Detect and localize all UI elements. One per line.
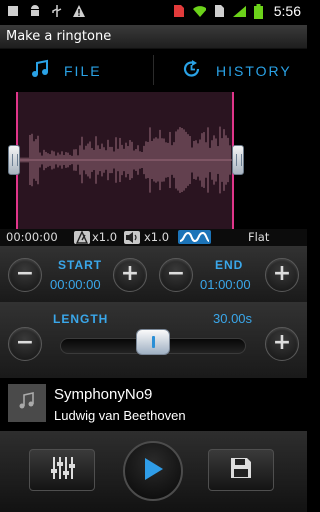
- equalizer-preset-icon[interactable]: [178, 230, 211, 244]
- usb-icon: [50, 4, 64, 18]
- tab-history[interactable]: HISTORY: [182, 49, 292, 92]
- end-minus-button[interactable]: −: [159, 258, 193, 292]
- app-title: Make a ringtone: [6, 29, 112, 44]
- waveform-view[interactable]: [0, 92, 307, 229]
- app-title-bar: Make a ringtone: [0, 25, 307, 49]
- end-value: 01:00:00: [200, 277, 251, 292]
- mixer-button[interactable]: [29, 449, 95, 491]
- music-note-icon: [30, 59, 50, 83]
- start-value: 00:00:00: [50, 277, 101, 292]
- tab-divider: [153, 55, 154, 85]
- start-end-panel: − START 00:00:00 + − END 01:00:00 +: [0, 246, 307, 302]
- music-note-icon: [18, 392, 36, 414]
- start-plus-button[interactable]: +: [113, 258, 147, 292]
- tab-file-label: FILE: [64, 62, 102, 79]
- track-title: SymphonyNo9: [54, 386, 153, 403]
- length-slider-thumb[interactable]: [136, 329, 170, 355]
- track-artist: Ludwig van Beethoven: [54, 408, 186, 423]
- end-label: END: [215, 258, 244, 272]
- sd-card-icon: [212, 4, 226, 18]
- length-label: LENGTH: [53, 312, 109, 326]
- status-bar: 5:56: [0, 0, 307, 25]
- sliders-icon: [49, 455, 75, 485]
- status-time: 5:56: [273, 3, 301, 19]
- start-minus-button[interactable]: −: [8, 258, 42, 292]
- bottom-controls: [0, 431, 307, 512]
- save-button[interactable]: [208, 449, 274, 491]
- sim-icon: [172, 4, 186, 18]
- android-icon: [28, 4, 42, 18]
- play-button[interactable]: [123, 441, 183, 501]
- playback-position: 00:00:00: [6, 230, 58, 244]
- volume-value: x1.0: [144, 230, 170, 244]
- waveform: [18, 126, 232, 194]
- tab-history-label: HISTORY: [216, 62, 292, 79]
- tempo-icon: [74, 230, 90, 244]
- equalizer-preset-label: Flat: [248, 230, 270, 244]
- volume-icon: [124, 231, 140, 244]
- battery-icon: [252, 3, 266, 19]
- start-handle[interactable]: [8, 145, 20, 175]
- warning-icon: [72, 4, 86, 18]
- save-icon: [229, 456, 253, 484]
- length-value: 30.00s: [213, 311, 253, 326]
- length-minus-button[interactable]: −: [8, 327, 42, 361]
- end-handle[interactable]: [232, 145, 244, 175]
- tempo-value: x1.0: [92, 230, 118, 244]
- play-icon: [141, 456, 165, 486]
- start-label: START: [58, 258, 103, 272]
- album-art: [8, 384, 46, 422]
- tab-file[interactable]: FILE: [30, 49, 102, 92]
- length-plus-button[interactable]: +: [265, 327, 299, 361]
- info-strip: 00:00:00 x1.0 x1.0 Flat: [0, 229, 307, 246]
- history-icon: [182, 59, 202, 83]
- top-tabs: FILE HISTORY: [0, 49, 307, 92]
- signal-icon: [232, 4, 246, 18]
- wifi-icon: [192, 4, 206, 18]
- square-notification-icon: [6, 4, 20, 18]
- end-plus-button[interactable]: +: [265, 258, 299, 292]
- track-info[interactable]: SymphonyNo9 Ludwig van Beethoven: [0, 377, 307, 431]
- length-panel: LENGTH 30.00s − +: [0, 302, 307, 377]
